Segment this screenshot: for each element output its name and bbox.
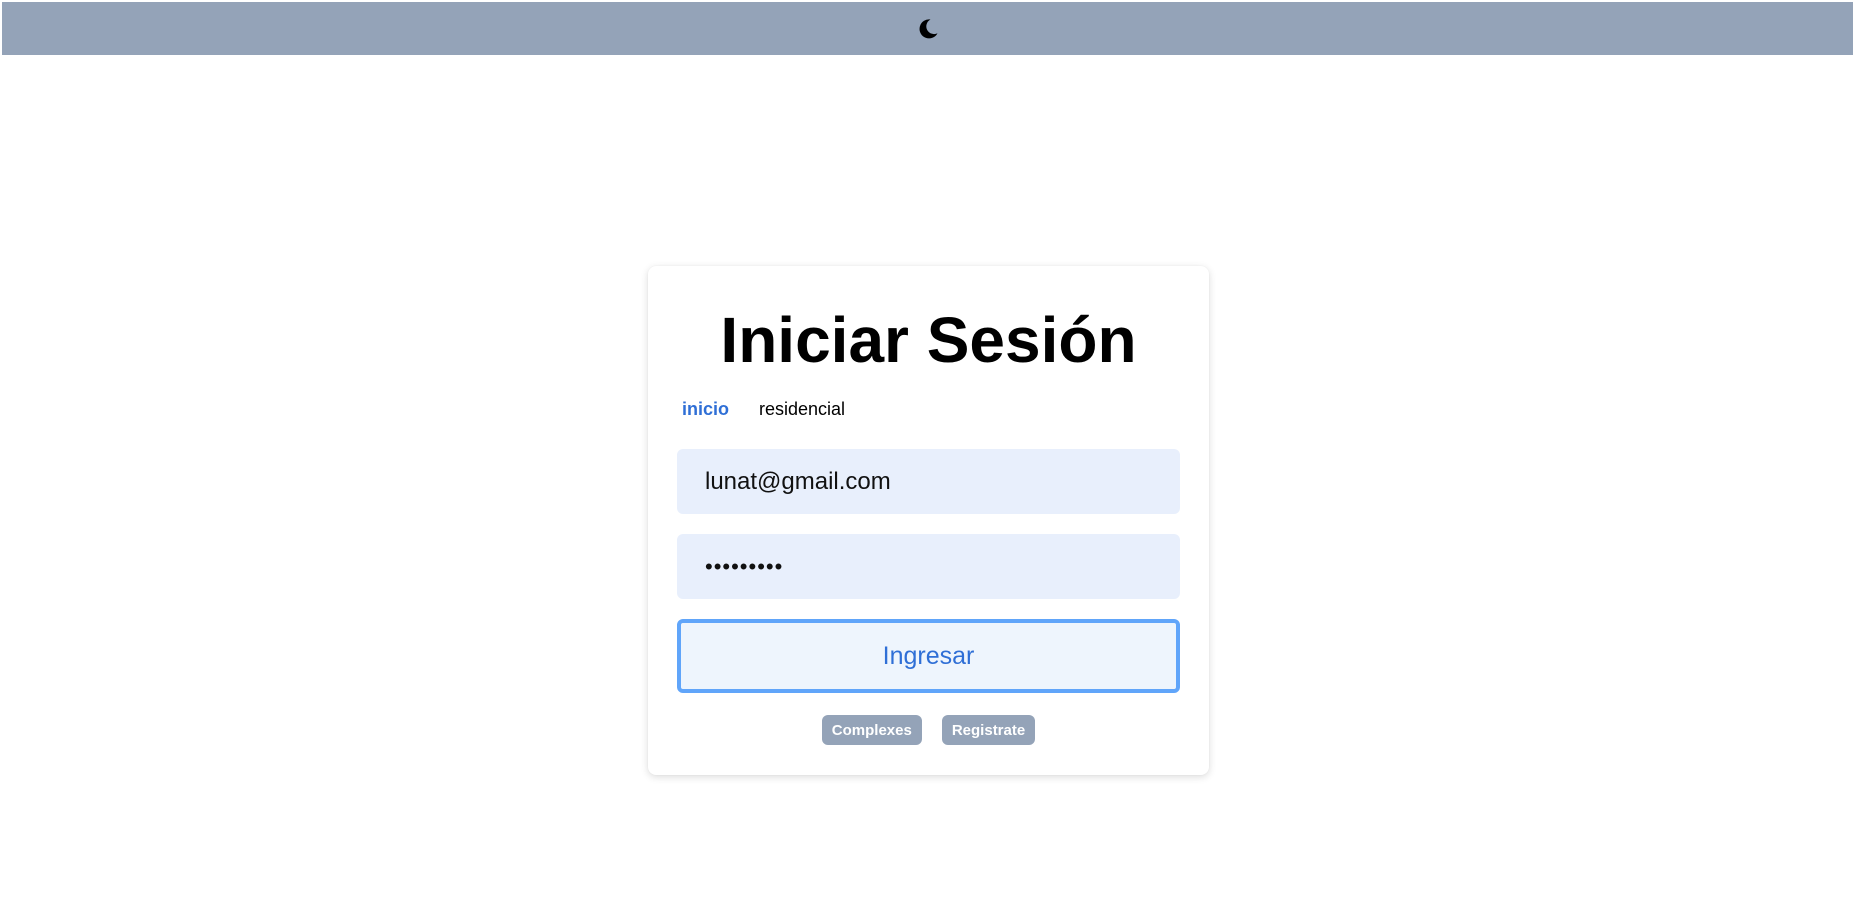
email-field[interactable]: [677, 449, 1180, 514]
top-bar: [2, 2, 1853, 55]
tab-inicio[interactable]: inicio: [682, 399, 729, 420]
tab-residencial[interactable]: residencial: [759, 399, 845, 420]
register-button[interactable]: Registrate: [941, 715, 1036, 745]
secondary-links: Complexes Registrate: [648, 715, 1209, 745]
password-field[interactable]: [677, 534, 1180, 599]
login-tabs: inicio residencial: [682, 399, 845, 420]
moon-icon[interactable]: [914, 15, 942, 43]
submit-button[interactable]: Ingresar: [677, 619, 1180, 693]
complexes-button[interactable]: Complexes: [821, 715, 922, 745]
page-title: Iniciar Sesión: [720, 304, 1137, 376]
login-card: Iniciar Sesión inicio residencial Ingres…: [648, 266, 1209, 775]
